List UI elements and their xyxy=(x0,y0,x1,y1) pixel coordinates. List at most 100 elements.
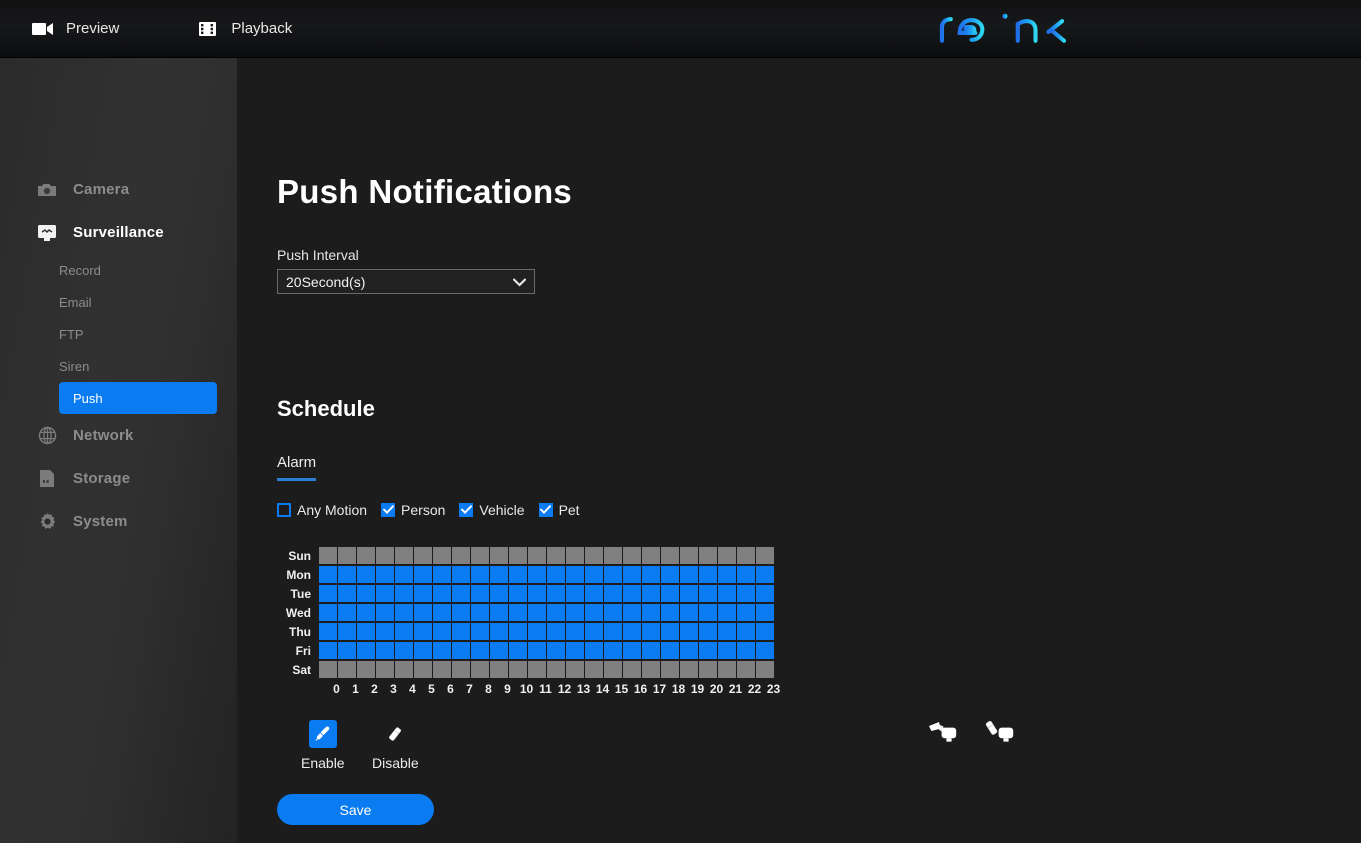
checkbox-pet-box[interactable] xyxy=(538,503,553,517)
schedule-cell[interactable] xyxy=(661,584,679,602)
schedule-cell[interactable] xyxy=(471,641,489,659)
schedule-cell[interactable] xyxy=(490,622,508,640)
schedule-cell[interactable] xyxy=(585,622,603,640)
schedule-cell[interactable] xyxy=(680,565,698,583)
schedule-cell[interactable] xyxy=(395,641,413,659)
checkbox-any-motion-box[interactable] xyxy=(277,503,291,517)
schedule-cell[interactable] xyxy=(566,565,584,583)
checkbox-vehicle-box[interactable] xyxy=(459,503,474,517)
schedule-row-sun[interactable]: Sun xyxy=(277,546,783,565)
schedule-cell[interactable] xyxy=(376,565,394,583)
schedule-cell[interactable] xyxy=(585,546,603,564)
schedule-cell[interactable] xyxy=(414,603,432,621)
schedule-cell[interactable] xyxy=(547,660,565,678)
schedule-cell[interactable] xyxy=(566,660,584,678)
schedule-cell[interactable] xyxy=(604,565,622,583)
schedule-cell[interactable] xyxy=(433,641,451,659)
schedule-cell[interactable] xyxy=(414,660,432,678)
schedule-cell[interactable] xyxy=(319,603,337,621)
schedule-cell[interactable] xyxy=(718,565,736,583)
schedule-cell[interactable] xyxy=(338,546,356,564)
sidebar-item-system[interactable]: System xyxy=(0,500,237,543)
sidebar-subitem-record[interactable]: Record xyxy=(59,254,217,286)
schedule-cell[interactable] xyxy=(509,660,527,678)
schedule-cell[interactable] xyxy=(471,603,489,621)
schedule-cell[interactable] xyxy=(699,603,717,621)
schedule-cell[interactable] xyxy=(737,546,755,564)
save-button[interactable]: Save xyxy=(277,794,434,825)
schedule-cell[interactable] xyxy=(604,641,622,659)
schedule-cell[interactable] xyxy=(509,565,527,583)
schedule-cell[interactable] xyxy=(376,641,394,659)
schedule-cell[interactable] xyxy=(547,641,565,659)
schedule-cell[interactable] xyxy=(471,546,489,564)
schedule-cell[interactable] xyxy=(338,565,356,583)
schedule-cells[interactable] xyxy=(319,641,775,660)
schedule-cell[interactable] xyxy=(547,565,565,583)
schedule-cell[interactable] xyxy=(585,641,603,659)
schedule-cell[interactable] xyxy=(452,660,470,678)
schedule-cell[interactable] xyxy=(680,641,698,659)
schedule-cell[interactable] xyxy=(585,565,603,583)
schedule-cell[interactable] xyxy=(338,603,356,621)
schedule-cell[interactable] xyxy=(528,584,546,602)
schedule-cell[interactable] xyxy=(528,546,546,564)
sidebar-subitem-ftp[interactable]: FTP xyxy=(59,318,217,350)
schedule-cell[interactable] xyxy=(566,546,584,564)
schedule-cell[interactable] xyxy=(680,546,698,564)
schedule-cell[interactable] xyxy=(414,622,432,640)
tab-alarm[interactable]: Alarm xyxy=(277,454,317,489)
schedule-cell[interactable] xyxy=(376,603,394,621)
schedule-cell[interactable] xyxy=(699,622,717,640)
schedule-cell[interactable] xyxy=(585,660,603,678)
schedule-cell[interactable] xyxy=(357,584,375,602)
schedule-cell[interactable] xyxy=(490,565,508,583)
schedule-cell[interactable] xyxy=(376,546,394,564)
schedule-cell[interactable] xyxy=(433,622,451,640)
schedule-cell[interactable] xyxy=(414,565,432,583)
schedule-cell[interactable] xyxy=(642,584,660,602)
schedule-cell[interactable] xyxy=(737,584,755,602)
schedule-cell[interactable] xyxy=(699,660,717,678)
schedule-cell[interactable] xyxy=(623,546,641,564)
schedule-cell[interactable] xyxy=(395,546,413,564)
schedule-cell[interactable] xyxy=(433,565,451,583)
schedule-cell[interactable] xyxy=(737,622,755,640)
schedule-cell[interactable] xyxy=(756,584,774,602)
schedule-cells[interactable] xyxy=(319,660,775,679)
schedule-cell[interactable] xyxy=(414,546,432,564)
schedule-row-tue[interactable]: Tue xyxy=(277,584,783,603)
schedule-cells[interactable] xyxy=(319,546,775,565)
schedule-cell[interactable] xyxy=(566,622,584,640)
schedule-row-fri[interactable]: Fri xyxy=(277,641,783,660)
schedule-cell[interactable] xyxy=(718,660,736,678)
schedule-cell[interactable] xyxy=(319,565,337,583)
schedule-cell[interactable] xyxy=(471,622,489,640)
schedule-cells[interactable] xyxy=(319,622,775,641)
schedule-cell[interactable] xyxy=(452,584,470,602)
schedule-cell[interactable] xyxy=(319,584,337,602)
schedule-cell[interactable] xyxy=(699,641,717,659)
schedule-cell[interactable] xyxy=(414,584,432,602)
schedule-cell[interactable] xyxy=(452,622,470,640)
schedule-cell[interactable] xyxy=(756,641,774,659)
schedule-row-mon[interactable]: Mon xyxy=(277,565,783,584)
schedule-cell[interactable] xyxy=(756,660,774,678)
schedule-row-wed[interactable]: Wed xyxy=(277,603,783,622)
schedule-cell[interactable] xyxy=(718,584,736,602)
push-interval-select[interactable]: 20Second(s) xyxy=(277,269,535,294)
schedule-cell[interactable] xyxy=(566,584,584,602)
schedule-cell[interactable] xyxy=(433,660,451,678)
schedule-cell[interactable] xyxy=(737,603,755,621)
sidebar-subitem-email[interactable]: Email xyxy=(59,286,217,318)
schedule-cell[interactable] xyxy=(376,660,394,678)
schedule-cell[interactable] xyxy=(319,546,337,564)
schedule-cell[interactable] xyxy=(699,565,717,583)
nav-item-preview[interactable]: Preview xyxy=(32,0,119,58)
schedule-cell[interactable] xyxy=(547,584,565,602)
schedule-cell[interactable] xyxy=(338,660,356,678)
schedule-cell[interactable] xyxy=(642,641,660,659)
schedule-cell[interactable] xyxy=(547,603,565,621)
schedule-cell[interactable] xyxy=(376,584,394,602)
schedule-cell[interactable] xyxy=(395,660,413,678)
